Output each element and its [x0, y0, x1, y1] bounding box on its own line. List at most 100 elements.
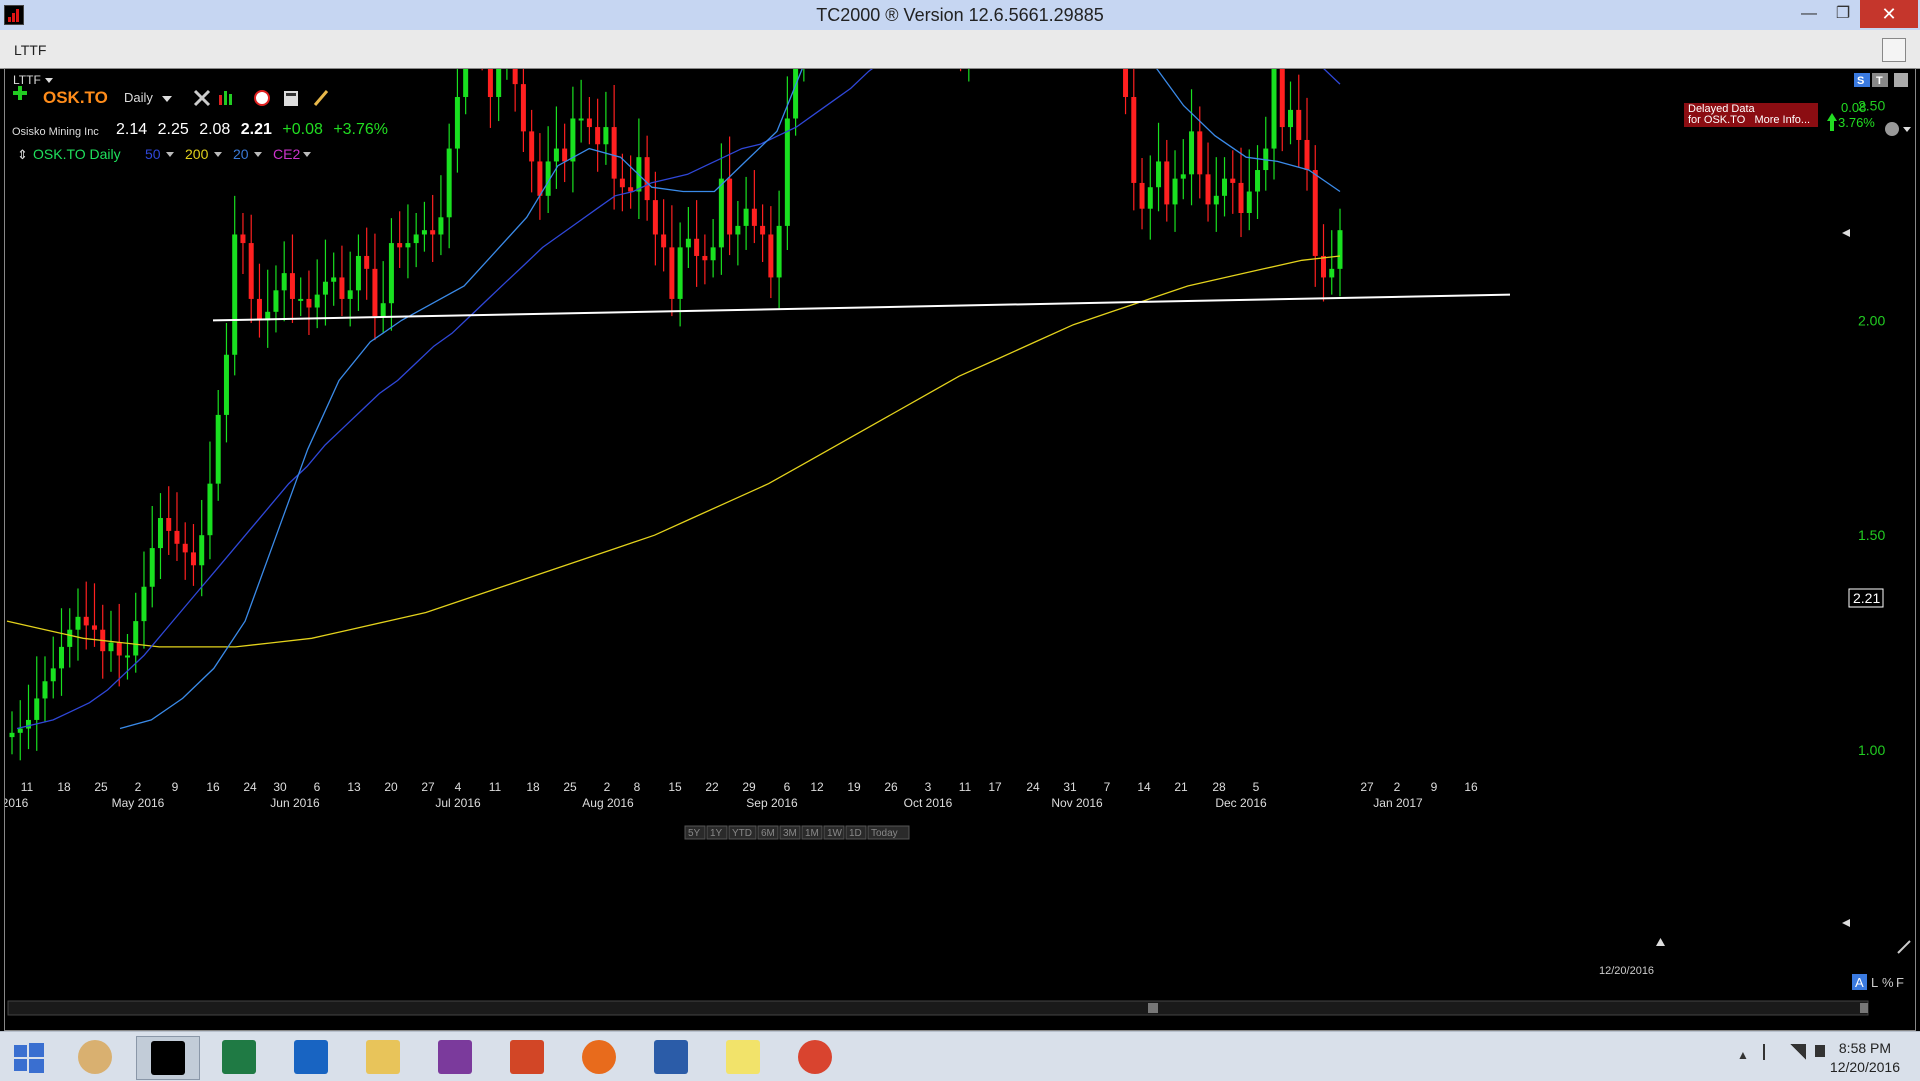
- candle-body: [116, 642, 122, 656]
- onenote-icon[interactable]: [424, 1036, 486, 1078]
- close-button[interactable]: ✕: [1860, 0, 1918, 28]
- bar-chart-icon[interactable]: [219, 91, 232, 105]
- candle-body: [611, 127, 617, 179]
- axis-mode-percent[interactable]: %: [1882, 975, 1894, 990]
- candle-body: [1238, 182, 1244, 213]
- date-tick-label: 25: [94, 780, 108, 794]
- candle-body: [727, 178, 733, 235]
- candle-body: [405, 243, 411, 248]
- chart-window: 3.503.002.502.001.501.00 111825291624306…: [4, 68, 1916, 1031]
- candle-body: [91, 625, 97, 630]
- month-label: Oct 2016: [904, 796, 953, 810]
- tools-icon[interactable]: [193, 89, 211, 107]
- legend-price[interactable]: OSK.TO Daily: [33, 146, 121, 162]
- date-tick-label: 2: [604, 780, 611, 794]
- candle-body: [388, 243, 394, 304]
- timeframe-dropdown-icon[interactable]: [162, 96, 172, 102]
- start-button[interactable]: [0, 1036, 62, 1078]
- candle-body: [248, 243, 254, 299]
- candle-body: [1180, 174, 1186, 179]
- chrome-icon[interactable]: [784, 1036, 846, 1078]
- candle-body: [25, 719, 31, 729]
- month-label: Jul 2016: [435, 796, 481, 810]
- powerpoint-icon[interactable]: [496, 1036, 558, 1078]
- date-tick-label: 6: [314, 780, 321, 794]
- axis-mode-f[interactable]: F: [1896, 975, 1904, 990]
- candle-body: [619, 178, 625, 188]
- timeframe-label[interactable]: Daily: [124, 90, 153, 105]
- date-tick-label: 5: [1253, 780, 1260, 794]
- candle-body: [1230, 178, 1236, 183]
- candle-body: [454, 97, 460, 149]
- candle-body: [298, 298, 304, 301]
- candle-body: [652, 200, 658, 235]
- excel-icon[interactable]: [208, 1036, 270, 1078]
- maximize-button[interactable]: ❐: [1821, 0, 1865, 28]
- legend-ce2[interactable]: CE2: [273, 146, 300, 162]
- candle-body: [364, 255, 370, 269]
- scroll-thumb[interactable]: [1148, 1003, 1158, 1013]
- firefox-icon[interactable]: [568, 1036, 630, 1078]
- alarm-icon[interactable]: [254, 90, 270, 106]
- candle-body: [1213, 195, 1219, 205]
- page-icon[interactable]: [1894, 73, 1908, 87]
- candlestick-series: [9, 69, 1343, 761]
- timeline-button-label: 3M: [783, 828, 797, 839]
- price-chart[interactable]: 3.503.002.502.001.501.00 111825291624306…: [5, 69, 1915, 1030]
- candle-body: [463, 69, 469, 98]
- chevron-down-icon[interactable]: [45, 78, 53, 83]
- month-label: Dec 2016: [1215, 796, 1267, 810]
- axis-mode-l[interactable]: L: [1871, 975, 1878, 990]
- layout-tab-label[interactable]: LTTF: [13, 73, 41, 87]
- sticky-notes-icon[interactable]: [712, 1036, 774, 1078]
- open-value: 2.14: [116, 121, 148, 138]
- draw-pencil-icon[interactable]: [1897, 940, 1911, 954]
- chart-scrollbar[interactable]: [7, 1000, 1869, 1016]
- more-info-link[interactable]: More Info...: [1754, 114, 1810, 126]
- date-tick-label: 13: [347, 780, 361, 794]
- candle-body: [520, 84, 526, 132]
- candle-body: [347, 290, 353, 299]
- word-icon[interactable]: [640, 1036, 702, 1078]
- candle-body: [1296, 109, 1302, 140]
- candle-body: [149, 548, 155, 587]
- volume-icon[interactable]: [1815, 1045, 1825, 1057]
- date-tick-label: 19: [847, 780, 861, 794]
- explorer-icon[interactable]: [352, 1036, 414, 1078]
- pencil-icon[interactable]: [313, 90, 329, 106]
- paint-icon[interactable]: [64, 1036, 126, 1078]
- candle-body: [702, 255, 708, 261]
- plus-icon[interactable]: [18, 86, 22, 100]
- candle-body: [446, 148, 452, 218]
- candle-body: [157, 518, 163, 549]
- expand-icon[interactable]: ⇕: [17, 147, 28, 162]
- tc2000-icon[interactable]: [136, 1036, 200, 1080]
- outlook-icon[interactable]: [280, 1036, 342, 1078]
- candle-body: [595, 127, 601, 145]
- action-center-flag-icon[interactable]: [1763, 1044, 1779, 1060]
- date-tick-label: 18: [57, 780, 71, 794]
- settings-wheel-icon[interactable]: [1885, 122, 1899, 136]
- network-icon[interactable]: [1790, 1044, 1806, 1060]
- legend-ma200[interactable]: 200: [185, 146, 209, 162]
- candle-body: [223, 354, 229, 415]
- tray-chevron-icon[interactable]: ▲: [1737, 1048, 1749, 1062]
- clock[interactable]: 8:58 PM 12/20/2016: [1830, 1039, 1900, 1077]
- month-label: 2016: [5, 796, 29, 810]
- legend-ma20[interactable]: 20: [233, 146, 249, 162]
- candle-body: [1147, 187, 1153, 209]
- candle-body: [760, 225, 766, 235]
- candle-body: [751, 208, 757, 226]
- candle-body: [190, 552, 196, 566]
- date-tick-label: 3: [925, 780, 932, 794]
- date-tick-label: 14: [1137, 780, 1151, 794]
- symbol-label[interactable]: OSK.TO: [43, 88, 108, 107]
- candle-body: [306, 298, 312, 308]
- legend-ma50[interactable]: 50: [145, 146, 161, 162]
- candle-body: [1156, 161, 1162, 188]
- calculator-icon[interactable]: [284, 91, 298, 106]
- restore-pane-icon[interactable]: [1882, 38, 1906, 62]
- delayed-data-badge[interactable]: Delayed Data for OSK.TO More Info...: [1684, 103, 1818, 127]
- candle-body: [496, 69, 502, 98]
- candle-body: [743, 208, 749, 226]
